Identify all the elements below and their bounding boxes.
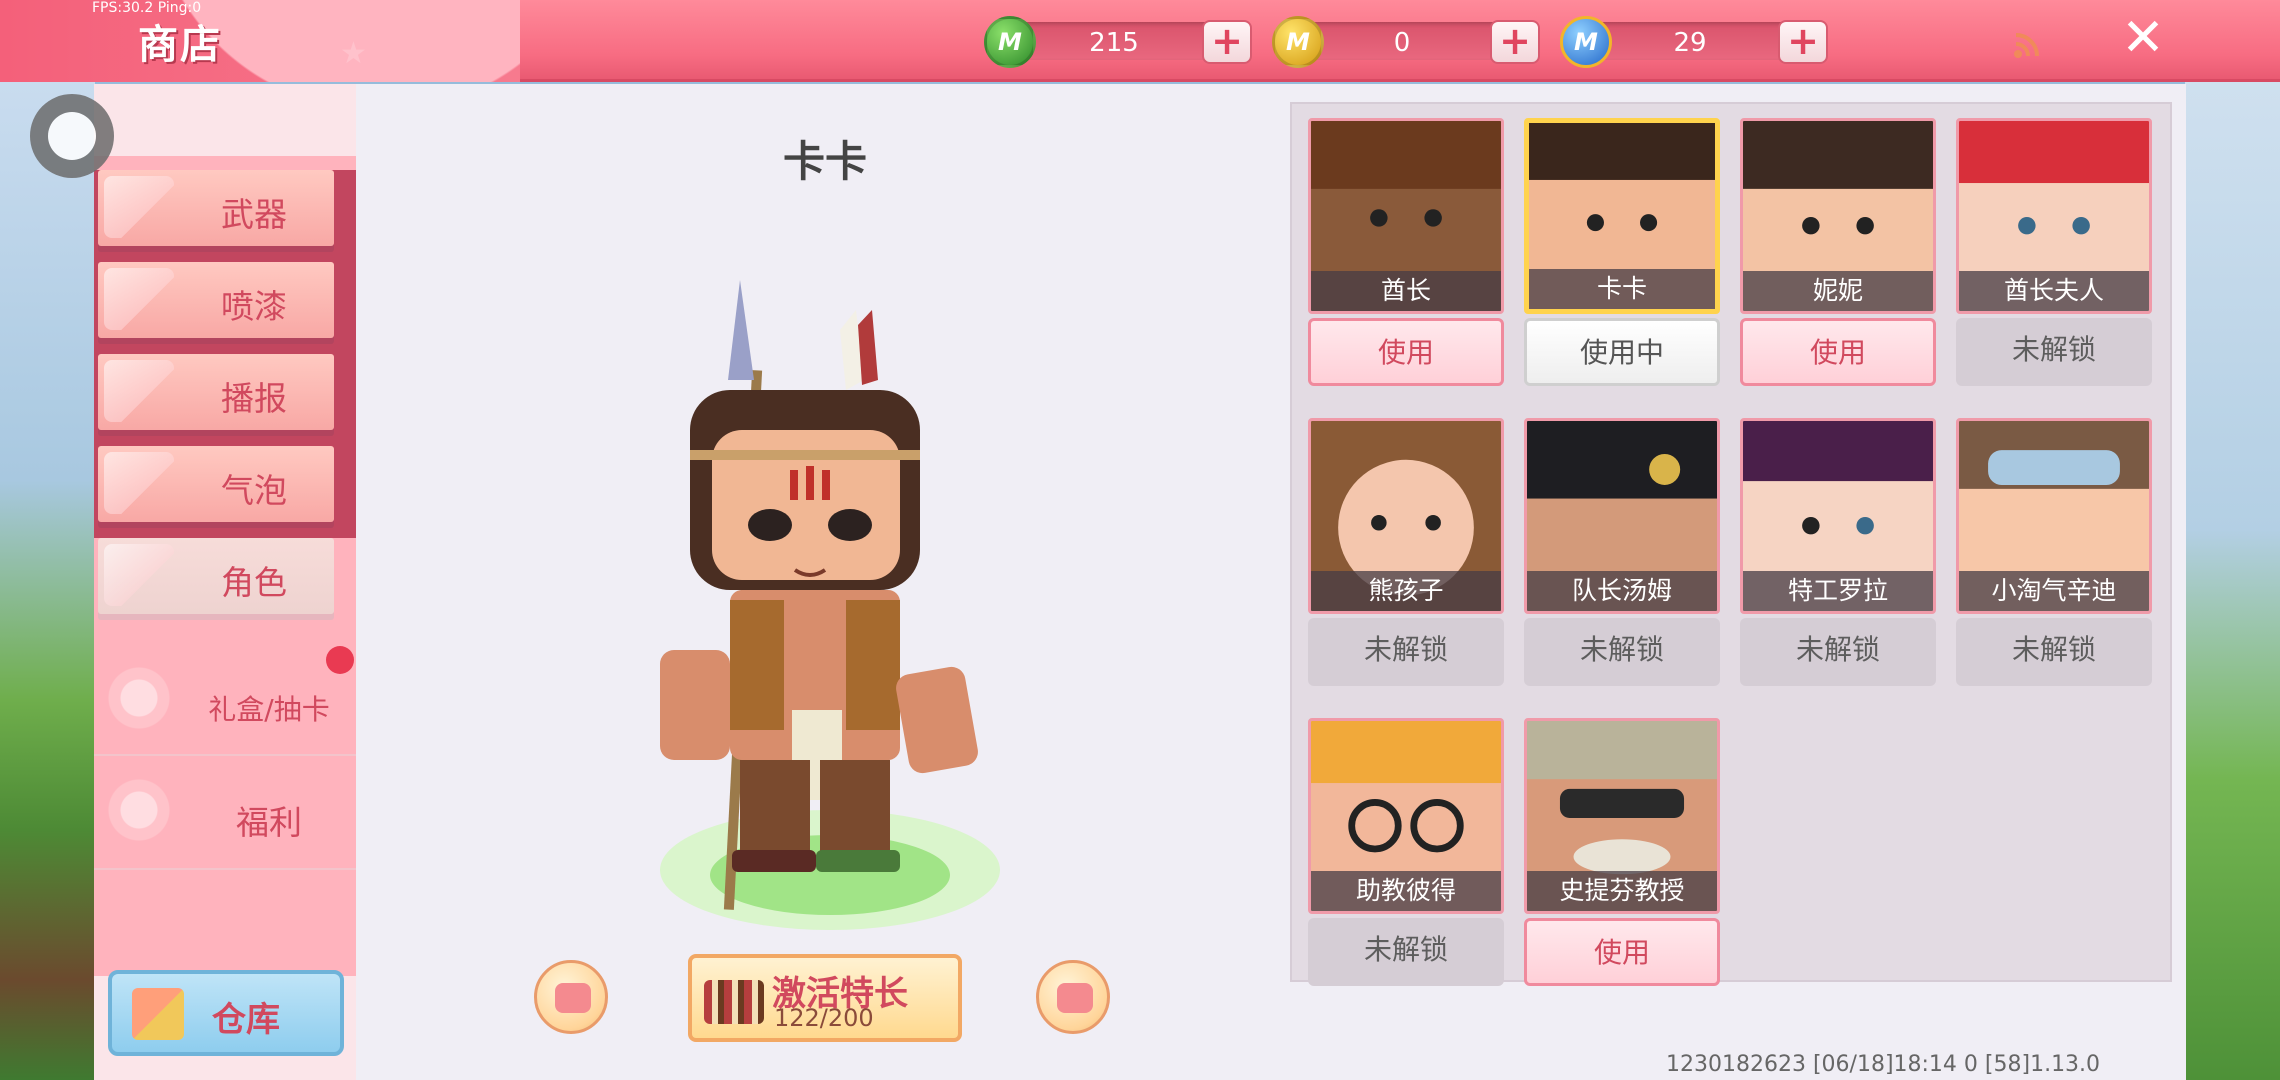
tab-broadcast[interactable]: 播报 [94, 354, 356, 446]
broadcast-box-icon [104, 360, 174, 422]
character-slot-selected[interactable]: 卡卡 使用中 [1524, 118, 1720, 390]
use-button[interactable]: 使用 [1308, 318, 1504, 386]
tab-label: 喷漆 [221, 287, 287, 326]
locked-label: 未解锁 [1740, 618, 1936, 686]
character-name-label: 史提芬教授 [1527, 871, 1717, 911]
add-blue-currency-button[interactable]: + [1778, 20, 1828, 64]
character-name-label: 妮妮 [1743, 271, 1933, 311]
tab-label: 福利 [236, 803, 302, 842]
spray-can-icon [104, 268, 174, 330]
tab-welfare[interactable]: 福利 [94, 756, 356, 866]
character-slot[interactable]: 熊孩子 未解锁 [1308, 418, 1504, 690]
currency-value: 29 [1673, 28, 1707, 58]
character-name-label: 队长汤姆 [1527, 571, 1717, 611]
blue-mini-bean-icon: M [1560, 16, 1612, 68]
top-bar: FPS:30.2 Ping:0 商店 ★ M 215 + M 0 + M 29 … [0, 0, 2280, 82]
tab-label: 角色 [221, 563, 287, 602]
character-3d-model[interactable] [620, 270, 1040, 950]
warehouse-icon [132, 988, 184, 1040]
notification-dot [326, 646, 354, 674]
locked-label: 未解锁 [1308, 918, 1504, 986]
build-info: 1230182623 [06/18]18:14 0 [58]1.13.0 [1666, 1052, 2101, 1077]
tab-gift-box-draw[interactable]: 礼盒/抽卡 [94, 644, 356, 754]
pet-button[interactable] [534, 960, 608, 1034]
warehouse-button[interactable]: 仓库 [108, 970, 344, 1056]
locked-label: 未解锁 [1956, 618, 2152, 686]
character-name-label: 小淘气辛迪 [1959, 571, 2149, 611]
gift-icon [100, 774, 178, 846]
character-name-label: 熊孩子 [1311, 571, 1501, 611]
currency-value: 215 [1089, 28, 1139, 58]
character-slot[interactable]: 特工罗拉 未解锁 [1740, 418, 1936, 690]
star-decoration-icon: ★ [340, 36, 367, 71]
tab-label: 礼盒/抽卡 [208, 693, 330, 726]
tab-label: 武器 [221, 195, 287, 234]
character-name: 卡卡 [782, 137, 867, 186]
green-mini-coin-icon: M [984, 16, 1036, 68]
page-title: 商店 [138, 22, 222, 68]
add-green-currency-button[interactable]: + [1202, 20, 1252, 64]
character-slot[interactable]: 史提芬教授 使用 [1524, 718, 1720, 990]
character-slot[interactable]: 队长汤姆 未解锁 [1524, 418, 1720, 690]
rss-feed-icon[interactable] [2012, 30, 2042, 60]
tab-label: 播报 [221, 379, 287, 418]
warehouse-label: 仓库 [212, 1000, 280, 1040]
use-button[interactable]: 使用 [1740, 318, 1936, 386]
background-scenery-left [0, 80, 95, 1080]
locked-label: 未解锁 [1308, 618, 1504, 686]
character-roster: 酋长 使用 卡卡 使用中 妮妮 使用 酋长夫人 未解锁 熊孩子 未解锁 队长汤姆… [1290, 102, 2172, 986]
bubble-box-icon [104, 452, 174, 514]
tab-bubble[interactable]: 气泡 [94, 446, 356, 538]
character-slot[interactable]: 酋长夫人 未解锁 [1956, 118, 2152, 390]
in-use-button[interactable]: 使用中 [1524, 318, 1720, 386]
background-scenery-right [2185, 80, 2280, 1080]
locked-label: 未解锁 [1524, 618, 1720, 686]
character-name-label: 卡卡 [1529, 269, 1715, 309]
screen-record-button[interactable] [30, 94, 114, 178]
character-slot[interactable]: 酋长 使用 [1308, 118, 1504, 390]
character-name-label: 助教彼得 [1311, 871, 1501, 911]
tab-characters[interactable]: 角色 [94, 538, 356, 630]
currency-value: 0 [1393, 28, 1411, 58]
category-sidebar: 武器 喷漆 播报 气泡 角色 礼盒/抽卡 福利 [94, 84, 356, 1080]
activate-progress: 122/200 [774, 1004, 874, 1032]
character-name-label: 酋长夫人 [1959, 271, 2149, 311]
close-icon[interactable]: ✕ [2118, 12, 2168, 64]
character-slot[interactable]: 助教彼得 未解锁 [1308, 718, 1504, 990]
pistol-icon [104, 176, 174, 238]
character-name-label: 酋长 [1311, 271, 1501, 311]
activate-skill-button[interactable]: 激活特长 122/200 [688, 954, 962, 1042]
flag-button[interactable] [1036, 960, 1110, 1034]
tab-weapons[interactable]: 武器 [94, 170, 356, 262]
add-gold-currency-button[interactable]: + [1490, 20, 1540, 64]
character-slot[interactable]: 小淘气辛迪 未解锁 [1956, 418, 2152, 690]
use-button[interactable]: 使用 [1524, 918, 1720, 986]
tab-spray[interactable]: 喷漆 [94, 262, 356, 354]
gift-wheel-icon [100, 662, 178, 734]
title-banner [0, 0, 520, 82]
gold-mini-coin-icon: M [1272, 16, 1324, 68]
character-name-label: 特工罗拉 [1743, 571, 1933, 611]
headdress-icon [704, 980, 764, 1024]
character-icon [104, 544, 174, 606]
tab-label: 气泡 [221, 471, 287, 510]
locked-label: 未解锁 [1956, 318, 2152, 386]
character-slot[interactable]: 妮妮 使用 [1740, 118, 1936, 390]
